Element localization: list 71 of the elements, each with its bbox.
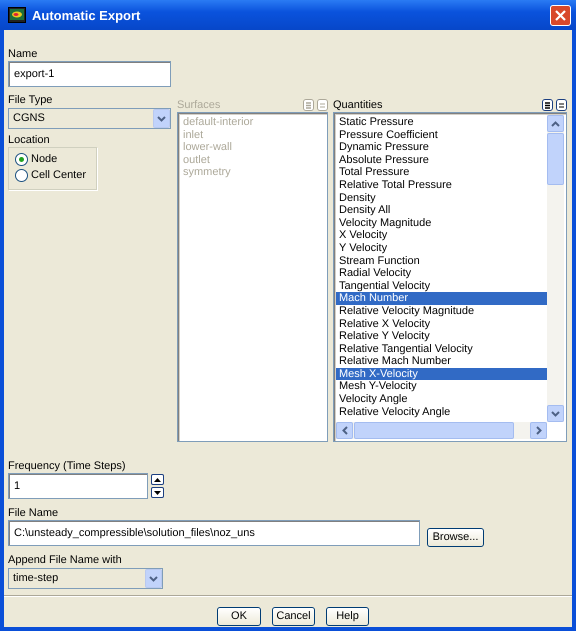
list-item[interactable]: Relative Total Pressure <box>336 178 547 192</box>
radio-option[interactable]: Cell Center <box>15 168 90 182</box>
close-icon <box>555 10 566 20</box>
horizontal-scrollbar[interactable] <box>336 422 547 439</box>
increment-button[interactable] <box>151 474 164 485</box>
name-field[interactable]: export-1 <box>8 61 171 87</box>
list-item[interactable]: Absolute Pressure <box>336 154 547 166</box>
list-item[interactable]: Velocity Magnitude <box>336 216 547 230</box>
list-item[interactable]: Relative X Velocity <box>336 318 547 330</box>
list-item[interactable]: Density <box>336 192 547 204</box>
app-icon <box>8 7 26 23</box>
list-item[interactable]: Pressure Coefficient <box>336 128 547 142</box>
list-item[interactable]: Stream Function <box>336 254 547 268</box>
scroll-thumb[interactable] <box>354 422 514 439</box>
field-label: Name <box>8 48 38 61</box>
three-lines-icon <box>543 100 552 110</box>
down-chevron-icon <box>551 410 560 416</box>
help-button[interactable]: Help <box>326 607 369 626</box>
radio-option[interactable]: Node <box>15 152 90 166</box>
list-item[interactable]: Mesh Y-Velocity <box>336 380 547 394</box>
append-dropdown[interactable]: time-step <box>8 568 163 589</box>
scroll-down-button[interactable] <box>547 405 564 422</box>
list-item[interactable]: Total Pressure <box>336 166 547 179</box>
list-item[interactable]: Relative Velocity Angle <box>336 406 547 418</box>
list-item[interactable]: Dynamic Pressure <box>336 141 547 154</box>
scroll-thumb[interactable] <box>547 133 564 185</box>
down-triangle-icon <box>154 490 161 494</box>
file-type-dropdown[interactable]: CGNS <box>8 108 171 129</box>
close-button[interactable] <box>550 4 571 26</box>
scroll-left-button[interactable] <box>336 422 353 439</box>
scroll-up-button[interactable] <box>547 115 564 132</box>
file-name-field[interactable]: C:\unsteady_compressible\solution_files\noz_uns <box>8 520 420 546</box>
deselect-all-button[interactable] <box>556 99 567 111</box>
list-item[interactable]: Tangential Velocity <box>336 280 547 292</box>
list-item[interactable]: Static Pressure <box>336 116 547 129</box>
list-item[interactable]: Velocity Angle <box>336 393 547 406</box>
list-label: Surfaces <box>177 98 220 112</box>
field-label: Frequency (Time Steps) <box>8 460 127 473</box>
window-title: Automatic Export <box>32 8 140 22</box>
list-item[interactable]: Radial Velocity <box>336 267 547 280</box>
list-item[interactable]: Relative Tangential Velocity <box>336 342 547 356</box>
list-label: Quantities <box>333 98 383 112</box>
two-lines-icon <box>557 100 566 110</box>
up-triangle-icon <box>154 478 161 482</box>
three-lines-icon <box>304 100 313 110</box>
left-chevron-icon <box>342 426 348 435</box>
list-item[interactable]: Mesh X-Velocity <box>336 368 547 380</box>
ok-button[interactable]: OK <box>217 607 261 626</box>
list-item[interactable]: Relative Y Velocity <box>336 330 547 343</box>
group-label: Location <box>8 134 51 147</box>
right-chevron-icon <box>536 426 542 435</box>
field-label: File Name <box>8 507 60 520</box>
list-item[interactable]: Relative Velocity Magnitude <box>336 304 547 318</box>
up-chevron-icon <box>551 120 560 126</box>
list-item[interactable]: X Velocity <box>336 229 547 242</box>
scroll-right-button[interactable] <box>530 422 547 439</box>
field-label: Append File Name with <box>8 554 123 567</box>
two-lines-icon <box>318 100 327 110</box>
cancel-button[interactable]: Cancel <box>272 607 315 626</box>
select-all-button[interactable] <box>542 99 553 111</box>
vertical-scrollbar[interactable] <box>547 115 564 422</box>
list-item[interactable]: Density All <box>336 204 547 217</box>
caret-icon <box>153 109 170 128</box>
decrement-button[interactable] <box>151 487 164 498</box>
caret-icon <box>145 569 162 588</box>
list-item[interactable]: Mach Number <box>336 292 547 305</box>
field-label: File Type <box>8 94 54 107</box>
frequency-field[interactable]: 1 <box>8 473 148 499</box>
browse-button[interactable]: Browse... <box>427 528 484 547</box>
list-item[interactable]: Relative Mach Number <box>336 355 547 368</box>
list-item[interactable]: Y Velocity <box>336 242 547 255</box>
